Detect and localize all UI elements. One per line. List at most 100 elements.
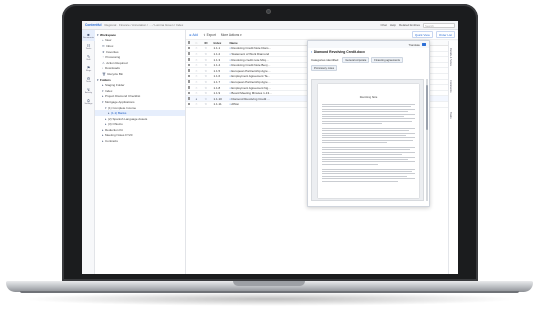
category-chip[interactable]: General corporate	[342, 57, 370, 63]
row-name[interactable]: Employment Agreement Ta…	[231, 74, 270, 78]
nav-documents[interactable]: ■ Documents	[82, 30, 95, 41]
text-line	[322, 135, 406, 137]
row-checkbox[interactable]	[187, 69, 191, 72]
document-icon: ▪	[311, 50, 313, 54]
row-checkbox[interactable]	[187, 52, 191, 55]
text-line	[322, 158, 409, 160]
row-checkbox[interactable]	[187, 97, 191, 100]
scrollbar-thumb[interactable]	[426, 85, 428, 130]
nav-tasks[interactable]: ☷ Tasks	[82, 41, 95, 52]
row-checkbox[interactable]	[187, 85, 191, 89]
sidebar-item-label: Contracts	[105, 139, 118, 144]
row-index: 1.1.11	[212, 101, 228, 108]
nav-activity[interactable]: ↯ Activity	[82, 85, 95, 96]
brand-logo[interactable]: Contentful	[85, 23, 101, 27]
text-line	[322, 163, 378, 165]
sidebar-item-label: (1.1) Banks	[111, 111, 127, 116]
icon-nav: ■ Documents ☷ Tasks ✎ Edit ⚑ Flags ⚙ Tools ↯ A…	[82, 30, 95, 274]
category-chip[interactable]: Promissory notes	[311, 65, 338, 71]
row-checkbox[interactable]	[187, 46, 191, 50]
text-line	[322, 139, 414, 141]
text-line	[322, 108, 415, 110]
row-name[interactable]: Revolving credit note Mcq…	[231, 58, 269, 62]
popup-header: Translate	[308, 41, 429, 48]
row-name[interactable]: Revolving Credit Note Benj…	[231, 63, 270, 67]
nav-settings[interactable]: ⛭ Settings	[82, 96, 95, 107]
star-icon: ★	[102, 49, 105, 54]
quick-view-button[interactable]: Quick View	[411, 31, 433, 38]
text-line	[322, 127, 415, 129]
nav-flags[interactable]: ⚑ Flags	[82, 63, 95, 74]
chevron-right-icon: ▸	[102, 139, 104, 144]
page-spacer	[322, 88, 415, 92]
row-name[interactable]: Board Meeting Minutes 1-13…	[231, 91, 272, 95]
nav-label: Edit	[86, 58, 91, 61]
more-actions-button[interactable]: More Actions ▾	[221, 33, 242, 37]
download-icon: ↓	[102, 66, 104, 71]
pin-icon[interactable]: ☆	[203, 101, 212, 108]
search-input[interactable]: Search	[423, 22, 455, 28]
inbox-icon: ✉	[102, 43, 105, 48]
checkbox[interactable]	[187, 40, 191, 44]
chevron-right-icon: ▸	[105, 122, 107, 127]
row-name[interactable]: Diamond Revolving Credit …	[231, 97, 270, 101]
document-heading: Revolving Note	[359, 96, 378, 99]
popup-title-text: Diamond Revolving Credit.docx	[313, 50, 365, 54]
translate-toggle[interactable]	[422, 43, 426, 46]
sidebar-item-label: Favorites	[106, 49, 119, 54]
text-line	[322, 111, 408, 113]
row-name[interactable]: European Partnership Agre…	[231, 80, 270, 84]
related-entities-button[interactable]: Related Entities	[399, 23, 420, 27]
text-line	[322, 130, 410, 132]
document-preview-popup: Translate ▪ Diamond Revolving Credit.docx…	[307, 40, 430, 207]
warning-icon: ⚠	[102, 60, 105, 65]
sidebar-item-label: Workspace	[100, 32, 116, 37]
document-text-lines	[322, 104, 415, 182]
comments-tab[interactable]: Comments	[449, 73, 452, 99]
text-line	[322, 123, 382, 125]
chevron-right-icon: ▸	[102, 94, 104, 99]
sidebar-item-label: Downloads	[105, 66, 120, 71]
status-dot-icon: ○	[194, 101, 203, 108]
chevron-down-icon: ▾	[102, 99, 104, 104]
right-rail: Details & Notes Comments Tasks	[448, 41, 458, 274]
row-checkbox[interactable]	[187, 57, 191, 61]
text-line	[322, 118, 415, 120]
row-checkbox[interactable]	[187, 102, 191, 106]
text-line	[322, 161, 415, 163]
text-line	[322, 120, 413, 122]
more-actions-label: More Actions	[220, 32, 240, 37]
row-checkbox[interactable]	[187, 91, 191, 95]
nav-tools[interactable]: ⚙ Tools	[82, 74, 95, 85]
chevron-right-icon: ▸	[105, 116, 107, 121]
row-name[interactable]: Statement of Work Diamond	[231, 52, 269, 56]
row-name[interactable]: Affton	[231, 102, 239, 106]
sidebar-item-label: Processing	[105, 55, 121, 60]
document-viewer[interactable]: Revolving Note	[311, 79, 424, 201]
nav-label: Flags	[85, 69, 92, 72]
row-checkbox[interactable]	[187, 80, 191, 83]
details-tab[interactable]: Details & Notes	[449, 44, 452, 70]
row-name[interactable]: European Partnership Agre…	[231, 69, 270, 73]
row-checkbox[interactable]	[187, 63, 191, 67]
nav-edit[interactable]: ✎ Edit	[82, 52, 95, 63]
text-line	[322, 113, 415, 115]
text-line	[322, 178, 415, 180]
tasks-tab[interactable]: Tasks	[449, 102, 452, 128]
text-line	[322, 149, 411, 151]
text-line	[322, 151, 415, 153]
toolbar: ⊕ Add ⇪ Export More Actions ▾ Quick View…	[186, 30, 458, 40]
sidebar-item-contracts[interactable]: ▸ Contracts	[95, 138, 185, 144]
add-button[interactable]: ⊕ Add	[189, 33, 198, 37]
viewer-scrollbar[interactable]	[426, 79, 428, 201]
chat-button[interactable]: Chat	[380, 23, 386, 27]
row-checkbox[interactable]	[187, 74, 191, 78]
category-chip[interactable]: Financing agreements	[371, 57, 403, 63]
export-button[interactable]: ⇪ Export	[203, 33, 216, 37]
breadcrumb[interactable]: Regional · Finance / Annotation / … / Lu…	[104, 23, 183, 27]
row-name[interactable]: Revolving Credit Note Diam…	[231, 46, 271, 50]
translate-label: Translate	[408, 42, 420, 47]
order-list-button[interactable]: Order List	[435, 31, 455, 38]
row-name[interactable]: Employment Agreement Ng…	[231, 86, 271, 90]
help-button[interactable]: Help	[390, 23, 396, 27]
